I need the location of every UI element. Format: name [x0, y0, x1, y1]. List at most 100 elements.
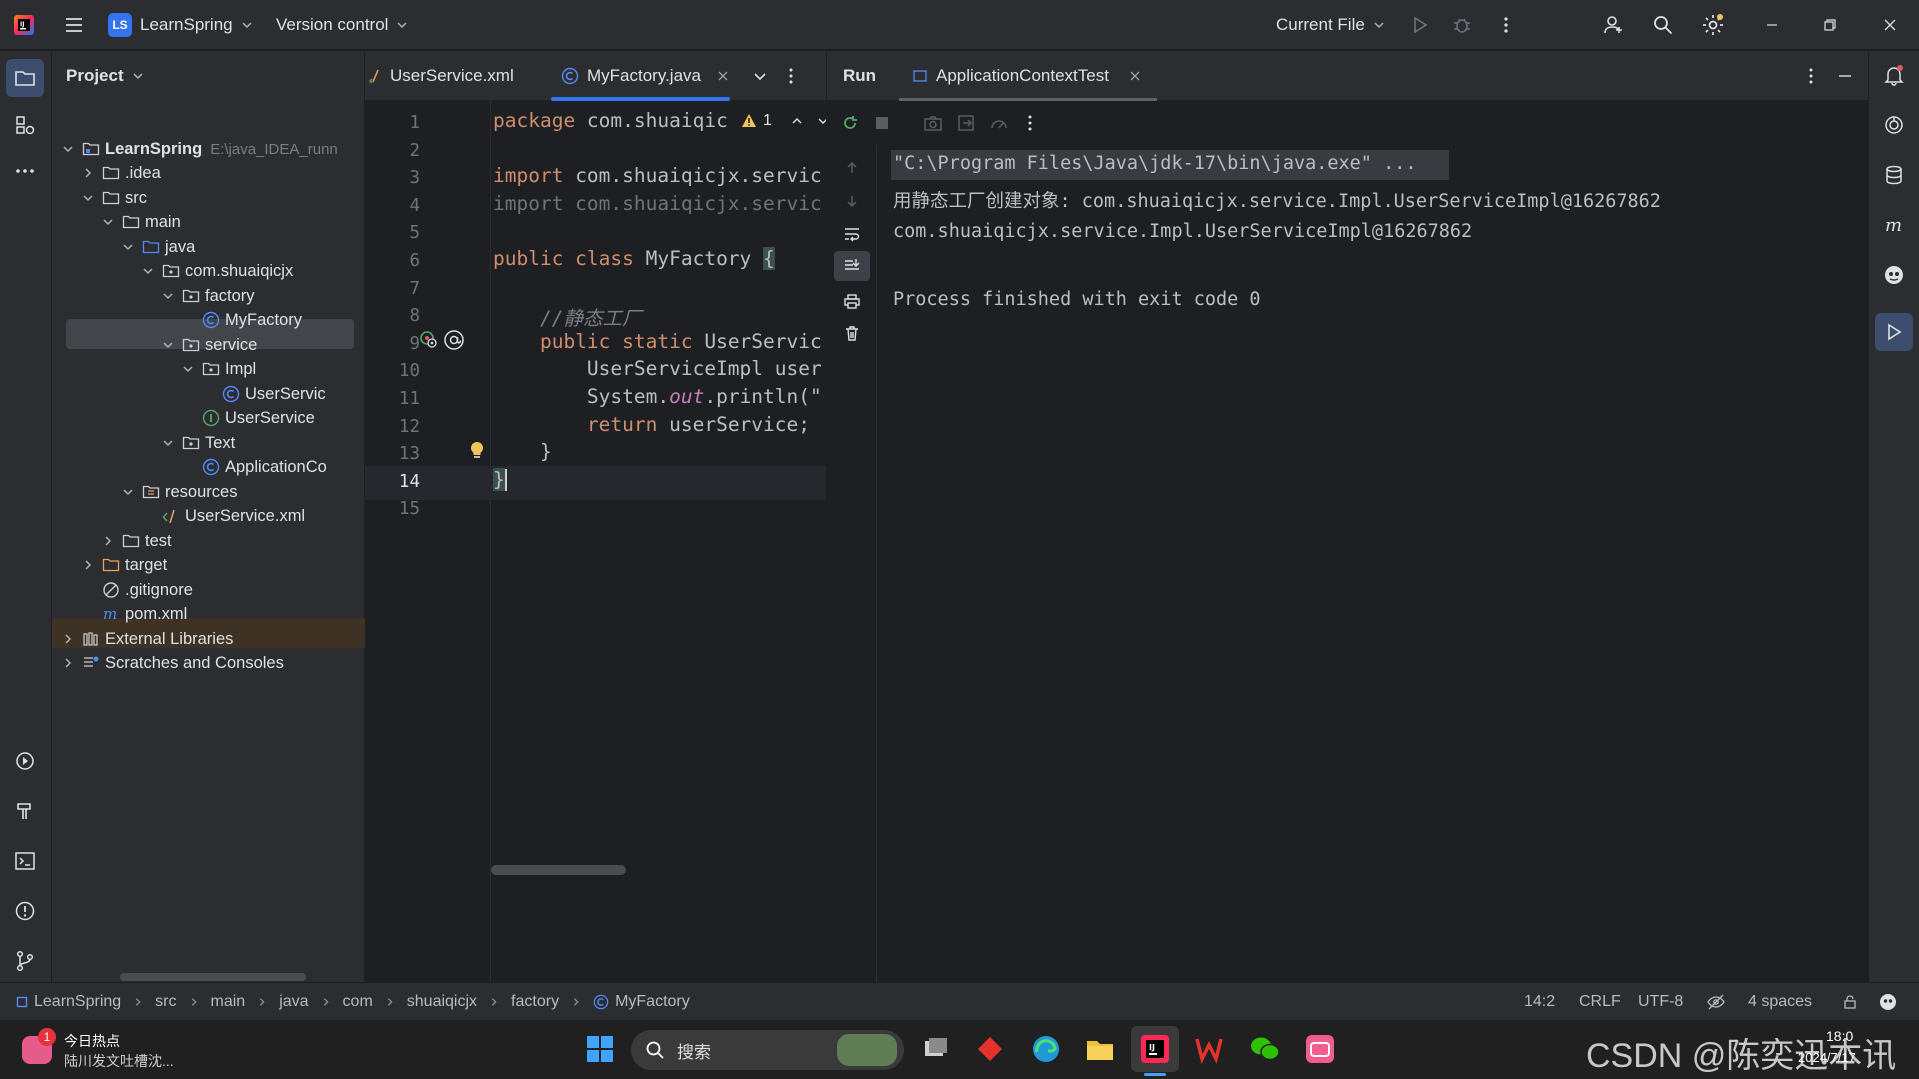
intellij-taskbar-icon[interactable]: IJ [1139, 1033, 1171, 1065]
chevron-right-icon[interactable] [60, 655, 76, 671]
more-tools-icon[interactable] [9, 155, 41, 187]
tab-myfactory-java[interactable]: MyFactory.java [561, 51, 729, 101]
file-encoding[interactable]: UTF-8 [1638, 983, 1683, 1021]
version-control-menu[interactable]: Version control [276, 0, 408, 50]
search-everywhere-icon[interactable] [1647, 9, 1679, 41]
chevron-down-icon[interactable] [140, 263, 156, 279]
notifications-bell-icon[interactable] [1878, 59, 1910, 91]
run-config-selector[interactable]: Current File [1276, 0, 1385, 50]
chevron-down-icon[interactable] [120, 239, 136, 255]
tree-item-scratches[interactable]: Scratches and Consoles [52, 648, 373, 678]
inspection-widget[interactable]: 1 [737, 109, 826, 133]
print-icon[interactable] [836, 285, 868, 317]
chevron-down-icon[interactable] [816, 114, 826, 128]
run-icon[interactable] [1404, 9, 1436, 41]
chevron-up-icon[interactable] [790, 114, 804, 128]
chevron-down-icon[interactable] [60, 141, 76, 157]
ai-assistant-icon[interactable] [1878, 109, 1910, 141]
restore-icon[interactable] [1814, 9, 1846, 41]
project-panel-title[interactable]: Project [66, 61, 144, 91]
chevron-right-icon[interactable] [80, 557, 96, 573]
plugin-avatar-icon[interactable] [1878, 259, 1910, 291]
dump-threads-camera-icon[interactable] [917, 107, 949, 139]
chevron-down-icon[interactable] [180, 361, 196, 377]
app-diamond-icon[interactable] [974, 1033, 1006, 1065]
chevron-right-icon[interactable] [80, 165, 96, 181]
breadcrumb-item[interactable]: com [343, 993, 373, 1011]
services-icon[interactable] [9, 745, 41, 777]
debug-icon[interactable] [1446, 9, 1478, 41]
breadcrumb-item[interactable]: factory [511, 993, 559, 1011]
structure-icon[interactable] [9, 109, 41, 141]
close-tab-icon[interactable] [717, 70, 729, 82]
editor-tabs-more-icon[interactable] [775, 60, 807, 92]
run-toolbar-more-icon[interactable] [1014, 107, 1046, 139]
breadcrumb-item[interactable]: shuaiqicjx [407, 993, 477, 1011]
tree-horizontal-scrollbar[interactable] [120, 973, 306, 981]
coverage-icon[interactable] [983, 107, 1015, 139]
maven-icon[interactable]: m [1878, 209, 1910, 241]
database-icon[interactable] [1878, 159, 1910, 191]
run-options-more-icon[interactable] [1795, 60, 1827, 92]
edge-browser-icon[interactable] [1030, 1033, 1062, 1065]
intellij-logo-icon[interactable]: IJ [8, 9, 40, 41]
intention-bulb-icon[interactable] [465, 438, 489, 462]
chevron-down-icon[interactable] [160, 435, 176, 451]
chevron-down-icon[interactable] [120, 484, 136, 500]
clear-trash-icon[interactable] [836, 317, 868, 349]
close-tab-icon[interactable] [1129, 70, 1141, 82]
chevron-right-icon[interactable] [100, 533, 116, 549]
start-windows-icon[interactable] [583, 1032, 617, 1066]
breadcrumb-item[interactable]: main [211, 993, 246, 1011]
taskbar-search-box[interactable]: 搜索 [631, 1030, 904, 1070]
chevron-down-icon[interactable] [100, 214, 116, 230]
breadcrumb-item[interactable]: LearnSpring [34, 993, 121, 1011]
line-separator[interactable]: CRLF [1579, 983, 1621, 1021]
breadcrumb-item[interactable]: MyFactory [615, 993, 690, 1011]
indent-setting[interactable]: 4 spaces [1748, 983, 1812, 1021]
console-output[interactable]: "C:\Program Files\Java\jdk-17\bin\java.e… [876, 145, 1868, 982]
settings-gear-icon[interactable] [1697, 9, 1729, 41]
code-editor[interactable]: package com.shuaiqic 1 import com.shuaiq… [491, 101, 826, 982]
news-widget[interactable]: 1 今日热点 陆川发文吐槽沈... [22, 1028, 222, 1072]
hide-panel-icon[interactable] [1829, 60, 1861, 92]
code-with-me-icon[interactable] [1598, 9, 1630, 41]
project-selector[interactable]: LS LearnSpring [108, 0, 253, 50]
chevron-down-icon[interactable] [160, 337, 176, 353]
tab-application-context-test[interactable]: ApplicationContextTest [912, 51, 1141, 101]
bean-gutter-icon[interactable] [417, 328, 441, 352]
chevron-right-icon[interactable] [60, 631, 76, 647]
annotation-at-icon[interactable] [442, 328, 466, 352]
scroll-up-icon[interactable] [836, 152, 868, 184]
run-window-icon[interactable] [1875, 313, 1913, 351]
close-window-icon[interactable] [1874, 9, 1906, 41]
caret-position[interactable]: 14:2 [1524, 983, 1555, 1021]
scroll-to-end-icon[interactable] [834, 251, 870, 281]
chevron-down-icon[interactable] [160, 288, 176, 304]
soft-wrap-icon[interactable] [836, 218, 868, 250]
inspection-eye-icon[interactable] [1700, 986, 1732, 1018]
problems-icon[interactable] [9, 895, 41, 927]
exit-icon[interactable] [950, 107, 982, 139]
task-view-icon[interactable] [920, 1033, 952, 1065]
status-avatar-icon[interactable] [1872, 986, 1904, 1018]
build-hammer-icon[interactable] [9, 795, 41, 827]
tab-list-chevron-icon[interactable] [744, 60, 776, 92]
breadcrumb-item[interactable]: java [279, 993, 308, 1011]
tab-userservice-xml[interactable]: UserService.xml [369, 51, 514, 101]
project-folder-icon[interactable] [6, 59, 44, 97]
minimize-icon[interactable] [1756, 9, 1788, 41]
bilibili-icon[interactable] [1304, 1033, 1336, 1065]
breadcrumb-item[interactable]: src [155, 993, 176, 1011]
wechat-icon[interactable] [1249, 1033, 1281, 1065]
wps-office-icon[interactable] [1193, 1033, 1225, 1065]
lock-icon[interactable] [1834, 986, 1866, 1018]
terminal-icon[interactable] [9, 845, 41, 877]
scroll-down-icon[interactable] [836, 185, 868, 217]
main-menu-icon[interactable] [58, 9, 90, 41]
git-branch-icon[interactable] [9, 945, 41, 977]
rerun-icon[interactable] [834, 107, 866, 139]
stop-icon[interactable] [866, 107, 898, 139]
chevron-down-icon[interactable] [80, 190, 96, 206]
file-explorer-icon[interactable] [1084, 1033, 1116, 1065]
